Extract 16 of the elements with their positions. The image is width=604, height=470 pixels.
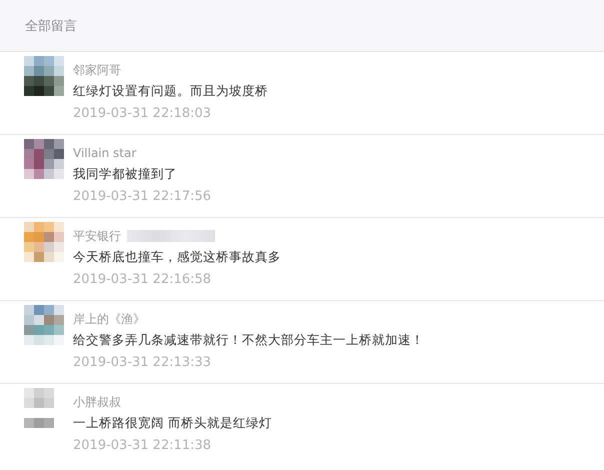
comment-time: 2019-03-31 22:13:33 (73, 355, 212, 370)
comment-text: 我同学都被撞到了 (73, 165, 178, 183)
commenter-name: 邻家阿哥 (73, 62, 121, 78)
comment-text: 一上桥路很宽阔 而桥头就是红绿灯 (73, 414, 272, 432)
comment-time: 2019-03-31 22:16:58 (73, 272, 212, 287)
comment-time: 2019-03-31 22:11:38 (73, 438, 212, 453)
commenter-name: Villain star (73, 146, 136, 160)
commenter-name: 平安银行 (73, 228, 121, 244)
comment-time: 2019-03-31 22:17:56 (73, 189, 212, 204)
comment-text: 今天桥底也撞车，感觉这桥事故真多 (73, 248, 281, 266)
comment-text: 红绿灯设置有问题。而且为坡度桥 (73, 82, 268, 100)
comment-time: 2019-03-31 22:18:03 (73, 106, 212, 121)
commenter-name: 小胖叔叔 (73, 394, 121, 410)
commenter-name: 岸上的《渔》 (73, 310, 145, 328)
section-title: 全部留言 (25, 18, 77, 34)
comment-text: 给交警多弄几条减速带就行！不然大部分车主一上桥就加速！ (73, 331, 424, 349)
